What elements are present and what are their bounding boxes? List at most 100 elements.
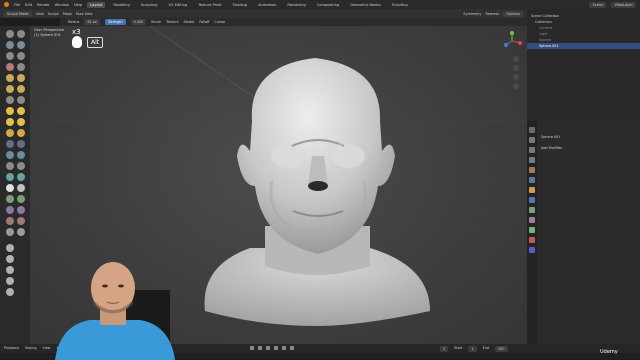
clay-strips-brush-icon[interactable]	[17, 41, 25, 49]
playback-menu[interactable]: Playback	[4, 346, 19, 350]
move-tool-icon[interactable]	[6, 244, 14, 252]
thumb-brush-icon[interactable]	[17, 118, 25, 126]
blob-brush-icon[interactable]	[6, 63, 14, 71]
render-tab-icon[interactable]	[529, 137, 535, 143]
box-trim-icon[interactable]	[17, 195, 25, 203]
annotate-tool-icon[interactable]	[6, 288, 14, 296]
draw-sharp-brush-icon[interactable]	[17, 30, 25, 38]
end-frame-field[interactable]: 250	[495, 346, 508, 352]
play-icon[interactable]	[274, 346, 278, 350]
tab-modeling[interactable]: Modeling	[110, 2, 132, 8]
keying-menu[interactable]: Keying	[25, 346, 36, 350]
clay-brush-icon[interactable]	[6, 41, 14, 49]
menu-window[interactable]: Window	[55, 3, 69, 7]
inflate-brush-icon[interactable]	[17, 52, 25, 60]
next-key-icon[interactable]	[282, 346, 286, 350]
draw-face-sets-icon[interactable]	[6, 173, 14, 181]
brush-menu[interactable]: Brush	[151, 20, 161, 24]
pan-hand-icon[interactable]	[513, 65, 519, 71]
symmetry-menu[interactable]: Symmetry	[463, 12, 481, 16]
blender-logo-icon[interactable]	[4, 2, 9, 7]
tool-tab-icon[interactable]	[529, 127, 535, 133]
world-tab-icon[interactable]	[529, 177, 535, 183]
outliner-row-sphere-001[interactable]: Sphere.001	[527, 43, 640, 49]
box-mask-icon[interactable]	[6, 184, 14, 192]
jump-start-icon[interactable]	[250, 346, 254, 350]
tab-geometry-nodes[interactable]: Geometry Nodes	[347, 2, 383, 8]
multiplane-scrape-brush-icon[interactable]	[6, 96, 14, 104]
edit-face-set-icon[interactable]	[6, 228, 14, 236]
object-tab-icon[interactable]	[529, 187, 535, 193]
stroke-menu[interactable]: Stroke	[184, 20, 195, 24]
constraints-tab-icon[interactable]	[529, 217, 535, 223]
menu-view[interactable]: View	[36, 12, 44, 16]
material-tab-icon[interactable]	[529, 237, 535, 243]
tab-texture-paint[interactable]: Texture Paint	[195, 2, 224, 8]
flatten-brush-icon[interactable]	[17, 74, 25, 82]
box-hide-icon[interactable]	[17, 184, 25, 192]
scrape-brush-icon[interactable]	[17, 85, 25, 93]
layer-brush-icon[interactable]	[6, 52, 14, 60]
pose-brush-icon[interactable]	[6, 129, 14, 137]
data-tab-icon[interactable]	[529, 227, 535, 233]
view-layer-selector[interactable]: ViewLayer	[611, 1, 636, 8]
modifier-tab-icon[interactable]	[529, 197, 535, 203]
remesh-menu[interactable]: Remesh	[485, 12, 499, 16]
tab-compositing[interactable]: Compositing	[314, 2, 343, 8]
grid-ortho-icon[interactable]	[513, 83, 519, 89]
box-face-set-icon[interactable]	[6, 195, 14, 203]
smooth-brush-icon[interactable]	[6, 74, 14, 82]
prev-key-icon[interactable]	[258, 346, 262, 350]
output-tab-icon[interactable]	[529, 147, 535, 153]
rotate-brush-icon[interactable]	[6, 140, 14, 148]
rotate-tool-icon[interactable]	[6, 255, 14, 263]
tab-sculpting[interactable]: Sculpting	[138, 2, 161, 8]
tab-uv-editing[interactable]: UV Editing	[166, 2, 191, 8]
menu-face-sets[interactable]: Face Sets	[76, 12, 93, 16]
simplify-brush-icon[interactable]	[6, 162, 14, 170]
view-layer-tab-icon[interactable]	[529, 157, 535, 163]
cursor-menu[interactable]: Cursor	[214, 20, 225, 24]
falloff-menu[interactable]: Falloff	[199, 20, 209, 24]
color-filter-icon[interactable]	[17, 217, 25, 225]
add-modifier-button[interactable]: Add Modifier	[541, 146, 636, 152]
jump-end-icon[interactable]	[290, 346, 294, 350]
navigation-gizmo[interactable]	[501, 30, 523, 52]
line-project-icon[interactable]	[6, 206, 14, 214]
scale-tool-icon[interactable]	[6, 266, 14, 274]
transform-tool-icon[interactable]	[6, 277, 14, 285]
tab-shading[interactable]: Shading	[229, 2, 250, 8]
mask-brush-icon[interactable]	[17, 162, 25, 170]
menu-mask[interactable]: Mask	[63, 12, 72, 16]
pinch-brush-icon[interactable]	[17, 96, 25, 104]
play-reverse-icon[interactable]	[266, 346, 270, 350]
elastic-deform-brush-icon[interactable]	[17, 107, 25, 115]
start-frame-field[interactable]: 1	[468, 346, 477, 352]
options-menu[interactable]: Options	[503, 10, 523, 17]
tab-scripting[interactable]: Scripting	[389, 2, 411, 8]
cloth-filter-icon[interactable]	[6, 217, 14, 225]
mesh-filter-icon[interactable]	[17, 206, 25, 214]
camera-view-icon[interactable]	[513, 74, 519, 80]
scene-selector[interactable]: Scene	[589, 1, 607, 8]
menu-sculpt[interactable]: Sculpt	[48, 12, 59, 16]
menu-file[interactable]: File	[14, 3, 20, 7]
menu-help[interactable]: Help	[74, 3, 82, 7]
mode-selector[interactable]: Sculpt Mode	[4, 10, 32, 17]
nudge-brush-icon[interactable]	[17, 129, 25, 137]
texture-tab-icon[interactable]	[529, 247, 535, 253]
physics-tab-icon[interactable]	[529, 207, 535, 213]
grab-brush-icon[interactable]	[6, 107, 14, 115]
multires-displacement-icon[interactable]	[17, 173, 25, 181]
menu-edit[interactable]: Edit	[25, 3, 32, 7]
texture-menu[interactable]: Texture	[166, 20, 178, 24]
tab-rendering[interactable]: Rendering	[284, 2, 308, 8]
boundary-brush-icon[interactable]	[6, 151, 14, 159]
radius-field[interactable]: 61 px	[84, 19, 100, 25]
scene-tab-icon[interactable]	[529, 167, 535, 173]
tab-layout[interactable]: Layout	[87, 1, 106, 8]
zoom-icon[interactable]	[513, 56, 519, 62]
tab-animation[interactable]: Animation	[255, 2, 279, 8]
strength-field[interactable]: 0.400	[130, 19, 147, 25]
menu-render[interactable]: Render	[37, 3, 50, 7]
